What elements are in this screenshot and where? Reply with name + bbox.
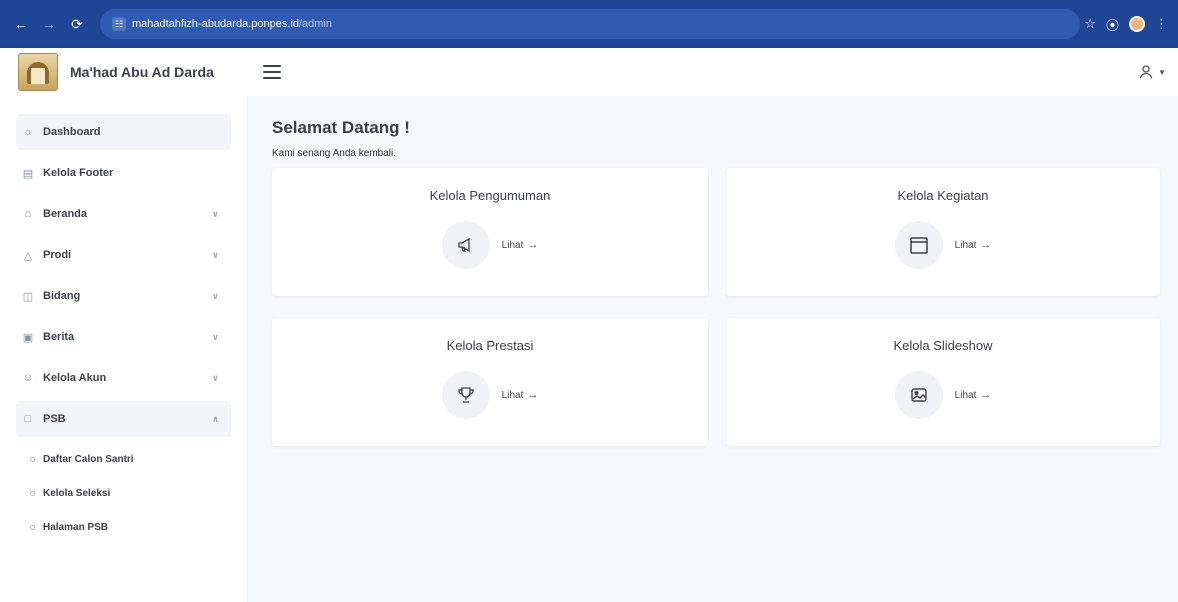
sidebar-item-label: Berita	[43, 331, 75, 343]
address-bar[interactable]: ☷ mahadtahfizh-abudarda.ponpes.id/admin	[100, 9, 1080, 39]
card-title: Kelola Kegiatan	[897, 188, 989, 203]
chevron-down-icon: ∨	[211, 372, 219, 383]
sidebar-item-label: Kelola Akun	[43, 372, 107, 384]
card-kelola-pengumuman: Kelola Pengumuman Lihat →	[272, 168, 708, 296]
sidebar-item-dashboard[interactable]: ☼ Dashboard	[16, 114, 231, 150]
home-icon: ⌂	[24, 208, 32, 220]
sidebar-subitem-label: Daftar Calon Santri	[43, 453, 134, 465]
sidebar-subitem-daftar-calon-santri[interactable]: Daftar Calon Santri	[30, 442, 247, 476]
chevron-down-icon: ∨	[211, 249, 219, 260]
sidebar-subitem-label: Halaman PSB	[43, 521, 109, 533]
users-icon: ☺	[22, 372, 34, 384]
arrow-right-icon: →	[980, 389, 992, 401]
sidebar-item-bidang[interactable]: ◫ Bidang ∨	[16, 278, 231, 314]
bullet-icon	[30, 456, 35, 462]
card-title: Kelola Prestasi	[446, 338, 534, 353]
grid-icon: ◫	[22, 290, 34, 303]
megaphone-icon	[441, 221, 490, 269]
chevron-down-icon: ▼	[1158, 67, 1166, 77]
card-title: Kelola Pengumuman	[429, 188, 551, 203]
site-info-icon[interactable]: ☷	[112, 17, 126, 31]
bookmark-star-icon[interactable]: ☆	[1084, 16, 1096, 32]
card-title: Kelola Slideshow	[893, 338, 993, 353]
user-icon	[1139, 65, 1153, 79]
bullet-icon	[30, 524, 35, 530]
hamburger-menu-icon[interactable]	[263, 65, 281, 79]
lihat-link[interactable]: Lihat →	[502, 389, 539, 401]
sidebar-item-kelola-footer[interactable]: ▤ Kelola Footer	[16, 155, 231, 191]
sidebar-item-label: Kelola Footer	[43, 167, 114, 179]
dashboard-icon: ☼	[22, 126, 34, 138]
sidebar-subitem-label: Kelola Seleksi	[43, 487, 111, 499]
sidebar-item-berita[interactable]: ▣ Berita ∨	[16, 319, 231, 355]
browser-profile-avatar[interactable]	[1129, 16, 1145, 32]
arrow-right-icon: →	[527, 239, 539, 251]
main-content: Selamat Datang ! Kami senang Anda kembal…	[248, 96, 1178, 602]
lihat-link[interactable]: Lihat →	[955, 239, 992, 251]
extensions-icon[interactable]: ⦿	[1106, 15, 1119, 34]
card-kelola-prestasi: Kelola Prestasi Lihat →	[272, 318, 708, 446]
logo	[18, 53, 58, 91]
browser-menu-icon[interactable]: ⋮	[1155, 16, 1168, 32]
lihat-link[interactable]: Lihat →	[955, 389, 992, 401]
top-navbar: Ma'had Abu Ad Darda ▼	[0, 48, 1178, 96]
page-title: Selamat Datang !	[272, 118, 410, 137]
chevron-down-icon: ∨	[211, 208, 219, 219]
back-icon[interactable]: ←	[10, 13, 32, 35]
chevron-up-icon: ∧	[211, 413, 219, 424]
lihat-link[interactable]: Lihat →	[502, 239, 539, 251]
chevron-down-icon: ∨	[211, 290, 219, 301]
reload-icon[interactable]: ⟳	[66, 13, 88, 35]
page-subtitle: Kami senang Anda kembali.	[272, 148, 396, 159]
sidebar-item-psb[interactable]: □ PSB ∧	[16, 401, 231, 437]
user-menu[interactable]: ▼	[1138, 64, 1166, 80]
sidebar-item-prodi[interactable]: △ Prodi ∨	[16, 237, 231, 273]
sidebar-item-kelola-akun[interactable]: ☺ Kelola Akun ∨	[16, 360, 231, 396]
arrow-right-icon: →	[980, 239, 992, 251]
sidebar-item-label: Dashboard	[43, 126, 101, 138]
forward-icon[interactable]: →	[38, 13, 60, 35]
brand-name: Ma'had Abu Ad Darda	[70, 64, 214, 80]
sidebar-subitem-halaman-psb[interactable]: Halaman PSB	[30, 510, 247, 544]
arrow-right-icon: →	[527, 389, 539, 401]
chevron-down-icon: ∨	[211, 331, 219, 342]
folder-icon: □	[24, 413, 32, 425]
sidebar-item-beranda[interactable]: ⌂ Beranda ∨	[16, 196, 231, 232]
sidebar-item-label: PSB	[43, 413, 66, 425]
url-host: mahadtahfizh-abudarda.ponpes.id	[132, 18, 299, 30]
browser-toolbar: ← → ⟳ ☷ mahadtahfizh-abudarda.ponpes.id /…	[0, 0, 1178, 48]
sidebar: ☼ Dashboard ▤ Kelola Footer ⌂ Beranda ∨ …	[0, 96, 248, 602]
news-icon: ▣	[22, 331, 34, 344]
bullet-icon	[30, 490, 35, 496]
url-path: /admin	[298, 18, 332, 30]
cap-icon: △	[23, 249, 33, 262]
sidebar-item-label: Beranda	[43, 208, 88, 220]
calendar-icon	[894, 221, 943, 269]
trophy-icon	[441, 371, 490, 419]
sidebar-subitem-kelola-seleksi[interactable]: Kelola Seleksi	[30, 476, 247, 510]
brand[interactable]: Ma'had Abu Ad Darda	[0, 48, 247, 96]
image-icon	[894, 371, 943, 419]
card-kelola-slideshow: Kelola Slideshow Lihat →	[726, 318, 1160, 446]
card-kelola-kegiatan: Kelola Kegiatan Lihat →	[726, 168, 1160, 296]
card-grid: Kelola Pengumuman Lihat → Kelola Kegiatan…	[272, 168, 1160, 446]
sidebar-item-label: Prodi	[43, 249, 72, 261]
layout-icon: ▤	[22, 167, 34, 180]
sidebar-item-label: Bidang	[43, 290, 81, 302]
